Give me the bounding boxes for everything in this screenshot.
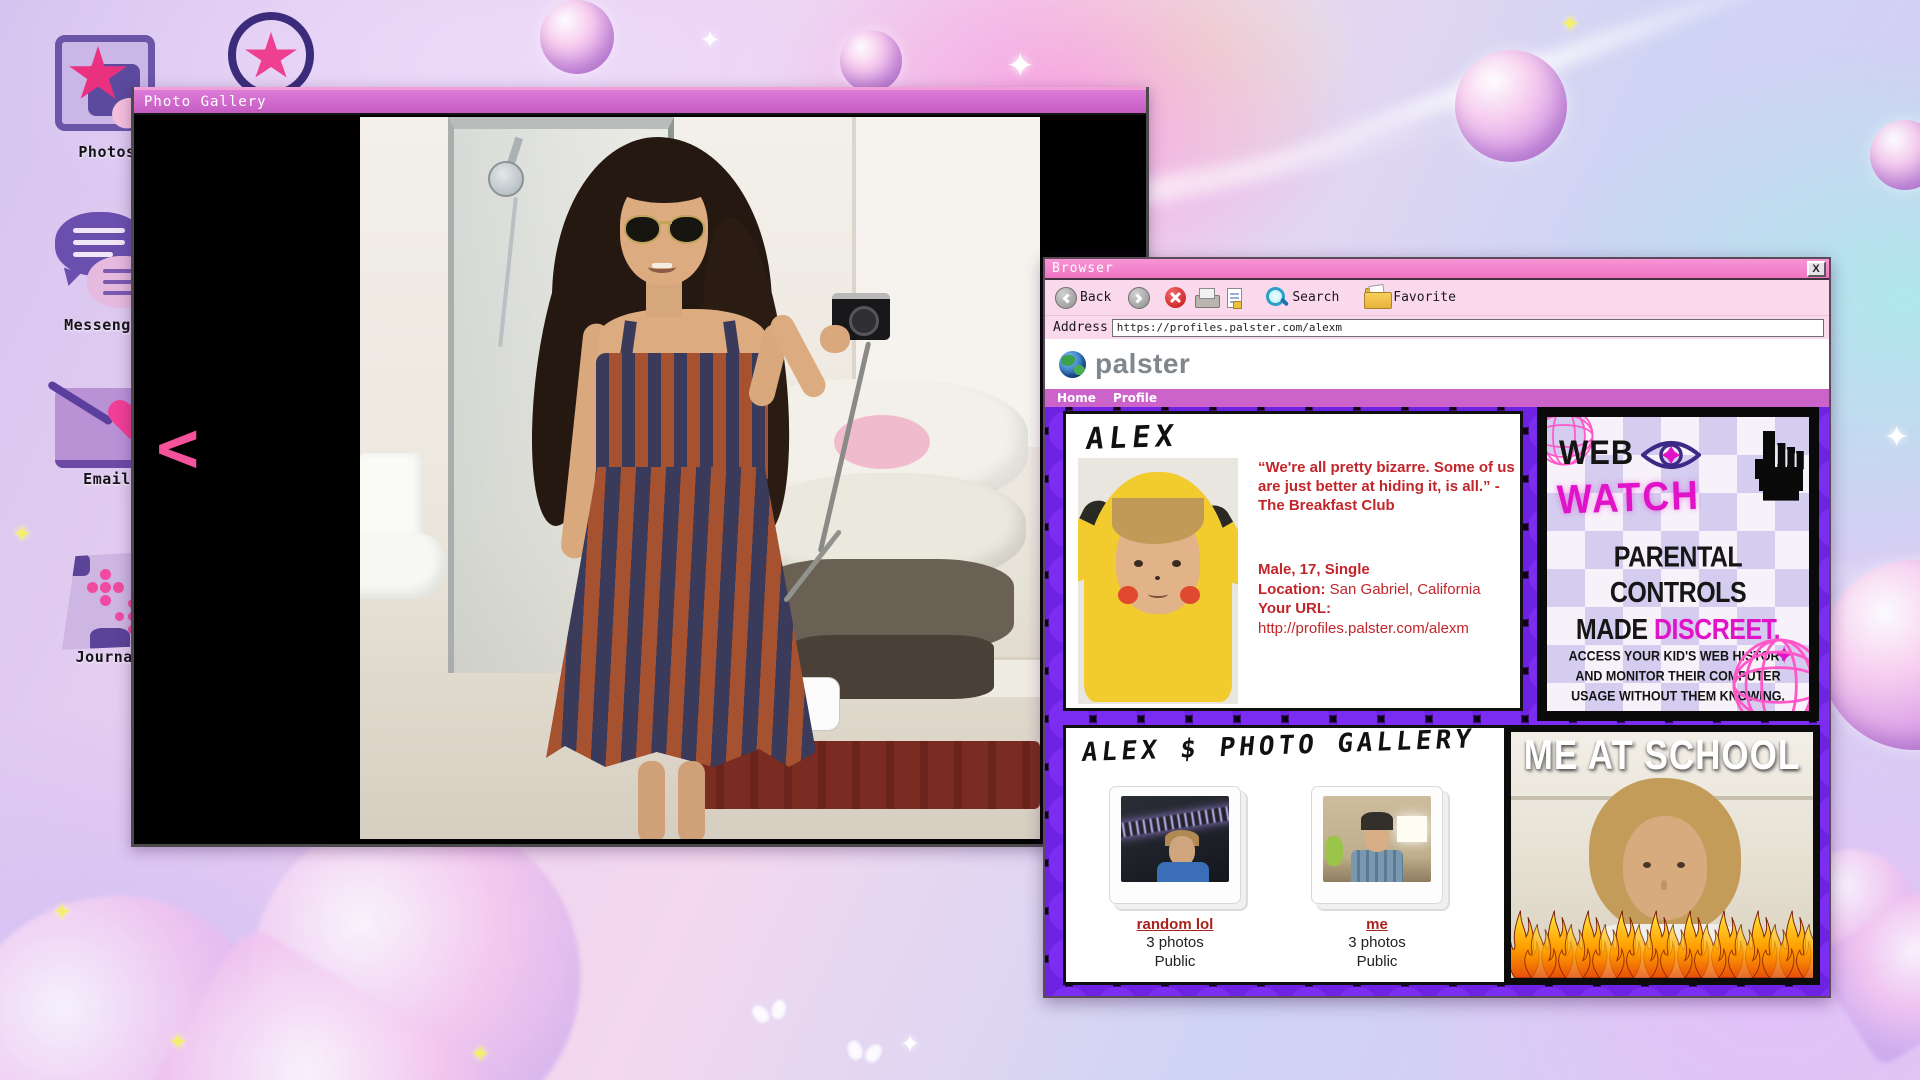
album-random-lol: random lol 3 photos Public [1080,786,1270,972]
globe-icon [1059,351,1086,378]
disco-ball-icon [1727,633,1819,721]
striped-dress-bodice [596,353,768,479]
address-input[interactable] [1112,319,1824,337]
desktop: ✦ ✦ ✦ ✦ ✦ ✦ ✦ ✦ ✦ ✦ ✦ ✦ Photos Messenger… [0,0,1920,1080]
location-label: Location: [1258,581,1326,598]
sparkle: ✦ [470,1040,490,1069]
web-watch-brand-web: WEB [1559,433,1634,473]
bubble [1820,560,1920,750]
sparkle: ✦ [1884,420,1909,455]
print-icon[interactable] [1195,288,1218,307]
photo-gallery-window: Photo Gallery < [131,87,1149,847]
address-bar: Address [1045,316,1829,339]
star-circle-icon [228,12,314,98]
album-thumbnail[interactable] [1109,786,1241,904]
url-label: Your URL: [1258,600,1331,617]
album-thumbnail[interactable] [1311,786,1443,904]
sparkle: ✦ [900,1030,920,1059]
album-count: 3 photos [1282,934,1472,953]
palster-logo: palster [1095,348,1190,380]
sunglasses [624,215,661,244]
web-watch-ad[interactable]: WEB WATCH PARENTAL [1537,407,1819,721]
sparkle: ✦ [1006,46,1035,86]
flames-graphic [1511,902,1813,978]
favorite-label: Favorite [1393,290,1456,305]
album-me: me 3 photos Public [1282,786,1472,972]
toilet [360,453,424,539]
search-icon [1265,286,1289,310]
ad-headline-line1: PARENTAL CONTROLS [1547,540,1809,612]
album-visibility: Public [1282,953,1472,972]
album-visibility: Public [1080,953,1270,972]
sparkle: ✦ [12,520,32,549]
album-count: 3 photos [1080,934,1270,953]
close-button[interactable]: X [1807,261,1826,277]
url-value[interactable]: http://profiles.palster.com/alexm [1258,620,1469,637]
document-icon[interactable] [1227,288,1242,308]
album-link[interactable]: random lol [1137,916,1214,933]
ad-headline: PARENTAL CONTROLS MADE DISCREET. [1547,540,1809,648]
profile-quote: “We're all pretty bizarre. Some of us ar… [1258,458,1516,516]
stop-button[interactable] [1165,287,1186,308]
gallery-title: ALEX $ PHOTO GALLERY [1080,724,1476,768]
mirror-selfie-photo [360,117,1040,839]
photo-gallery-content: < [134,115,1146,841]
profile-photo [1078,458,1238,704]
album-link[interactable]: me [1366,916,1388,933]
address-label: Address [1053,320,1108,335]
sparkle: ✦ [52,898,72,927]
site-nav: Home Profile [1045,389,1829,407]
nav-home[interactable]: Home [1057,391,1096,405]
eye-icon [1641,437,1701,473]
sparkle: ✦ [168,1028,188,1057]
photo-gallery-card: ALEX $ PHOTO GALLERY random lol 3 photos… [1063,725,1513,985]
location-value: San Gabriel, California [1330,581,1481,598]
sparkle: ✦ [1560,10,1580,39]
pixel-hand-cursor-icon [1743,423,1807,511]
ad-headline-line2: MADE [1576,613,1648,645]
forward-button[interactable] [1128,287,1150,309]
back-label: Back [1080,290,1111,305]
browser-titlebar[interactable]: Browser X [1045,259,1829,280]
school-caption: ME AT SCHOOL [1511,732,1813,780]
profile-page: ALEX “We're all pretty bizarre. Some of … [1045,407,1829,996]
browser-title: Browser [1052,261,1114,276]
photo-gallery-title: Photo Gallery [144,94,267,110]
stats-line: Male, 17, Single [1258,561,1370,578]
browser-toolbar: Back Search Favorite [1045,280,1829,316]
web-watch-brand-watch: WATCH [1556,472,1700,523]
desktop-icon-star[interactable] [228,12,314,98]
profile-card: ALEX “We're all pretty bizarre. Some of … [1063,411,1523,711]
bubble [840,30,902,92]
nav-profile[interactable]: Profile [1113,391,1157,405]
photo-gallery-titlebar[interactable]: Photo Gallery [134,87,1146,115]
back-icon [1055,287,1077,309]
previous-photo-button[interactable]: < [156,411,199,483]
bubble [540,0,614,74]
profile-stats: Male, 17, Single Location: San Gabriel, … [1258,560,1518,638]
girl-figure [510,125,850,839]
site-header: palster [1045,339,1829,389]
search-label: Search [1292,290,1339,305]
sparkle: ✦ [700,26,720,55]
search-button[interactable]: Search [1265,286,1339,310]
me-at-school-photo: ME AT SCHOOL [1504,725,1820,985]
back-button[interactable]: Back [1055,287,1111,309]
browser-window: Browser X Back Search Favorite Address [1043,257,1831,998]
favorite-button[interactable]: Favorite [1364,288,1456,307]
favorite-folder-icon [1364,288,1390,307]
bubble [1455,50,1567,162]
bubble [1870,120,1920,190]
profile-name: ALEX [1084,419,1180,457]
